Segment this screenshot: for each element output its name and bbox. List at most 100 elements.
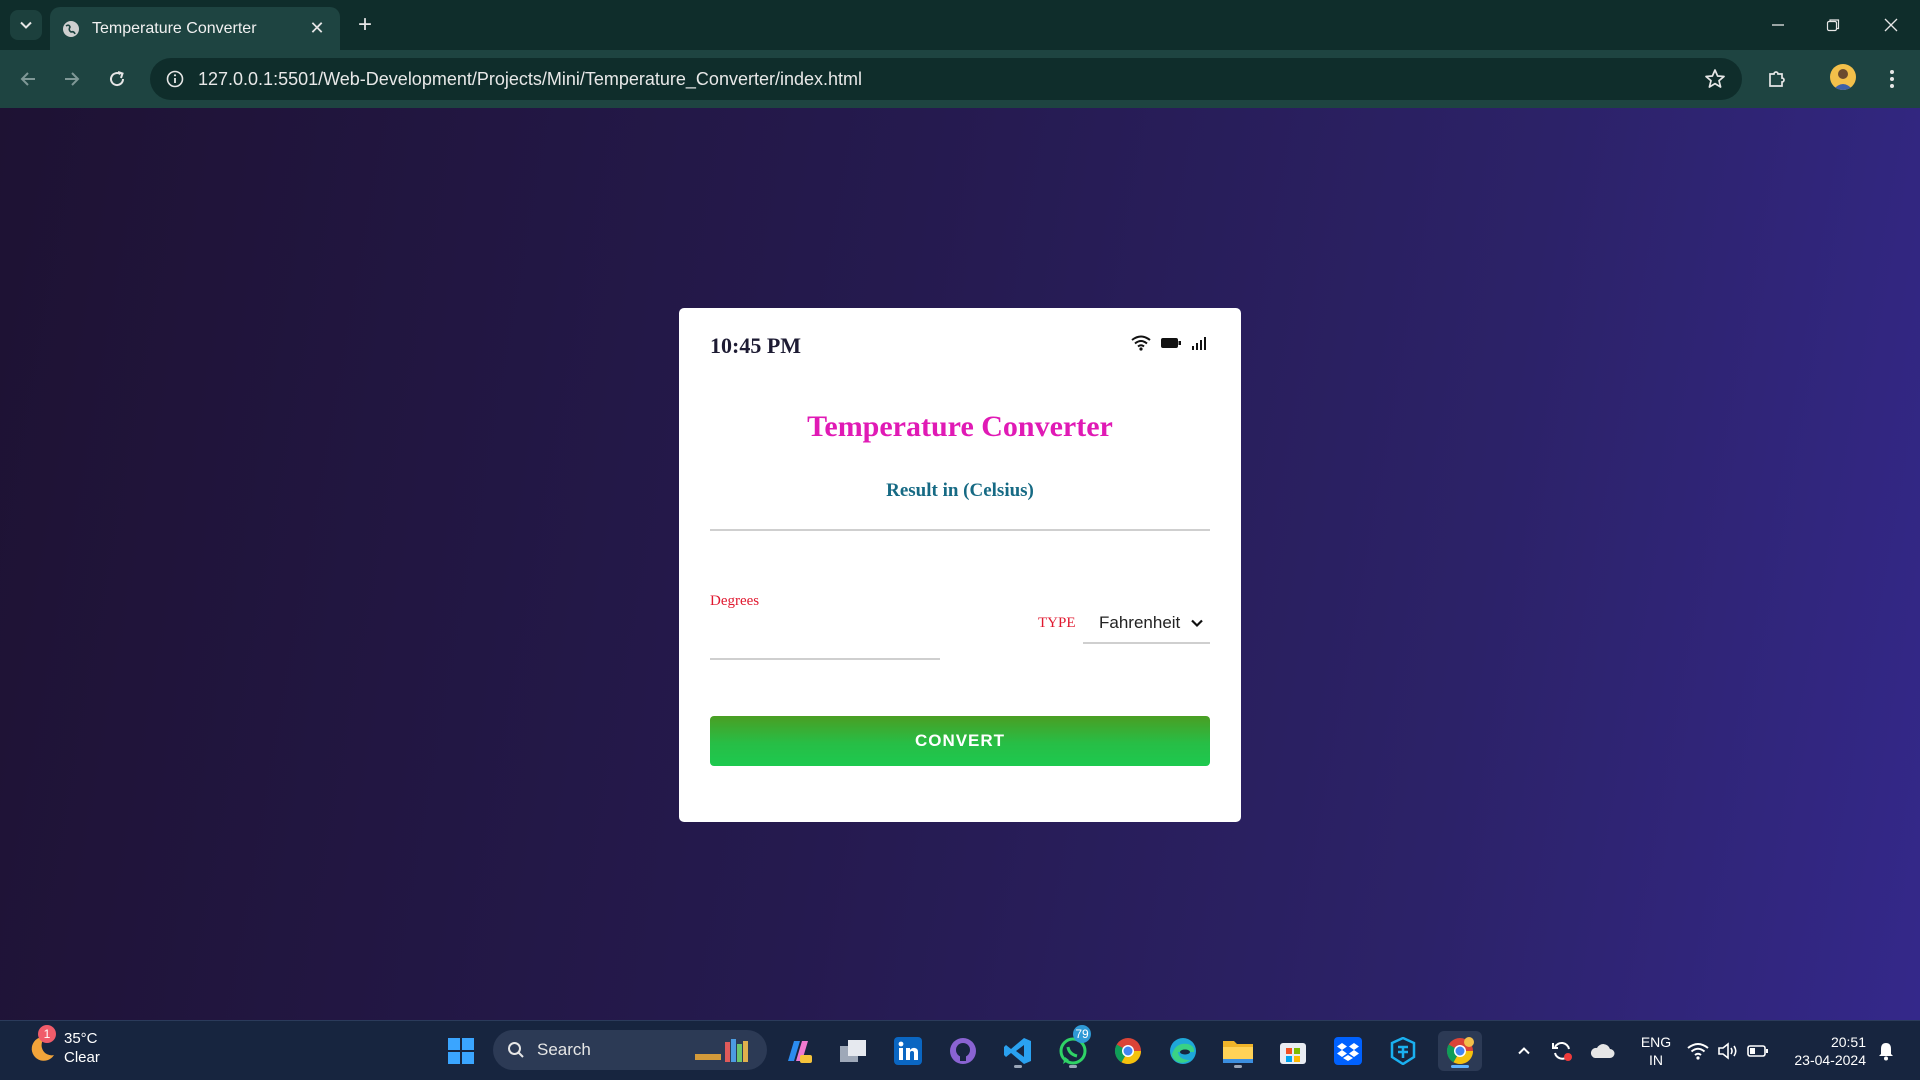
input-language[interactable]: ENG IN <box>1636 1033 1676 1069</box>
windows-start-icon <box>448 1038 474 1064</box>
minimize-icon <box>1772 24 1784 26</box>
dropbox-icon <box>1334 1037 1362 1065</box>
forward-button[interactable] <box>56 63 88 95</box>
taskbar-file-explorer[interactable] <box>1218 1031 1258 1071</box>
browser-toolbar: 127.0.0.1:5501/Web-Development/Projects/… <box>0 50 1920 108</box>
lang-bottom: IN <box>1649 1052 1663 1068</box>
clock-date: 23-04-2024 <box>1794 1052 1866 1068</box>
close-window-button[interactable] <box>1871 8 1911 42</box>
app-icon <box>1390 1037 1416 1065</box>
status-icons <box>1131 335 1207 351</box>
bookmark-star-icon[interactable] <box>1704 68 1726 90</box>
taskbar-search[interactable]: Search <box>493 1030 767 1070</box>
weather-desc: Clear <box>64 1049 100 1066</box>
restore-button[interactable] <box>1813 8 1853 42</box>
address-bar[interactable]: 127.0.0.1:5501/Web-Development/Projects/… <box>150 58 1742 100</box>
clock-time: 20:51 <box>1830 1034 1866 1050</box>
degrees-label: Degrees <box>710 593 760 609</box>
taskbar-whatsapp[interactable]: 79 <box>1053 1025 1093 1071</box>
taskbar-app[interactable] <box>1383 1031 1423 1071</box>
arrow-right-icon <box>65 72 80 86</box>
result-label: Result in (Celsius) <box>886 480 1034 501</box>
whatsapp-badge: 79 <box>1073 1025 1091 1043</box>
taskbar-dropbox[interactable] <box>1328 1031 1368 1071</box>
tab-title: Temperature Converter <box>92 19 257 37</box>
weather-temp: 35°C <box>64 1030 98 1047</box>
new-tab-button[interactable]: + <box>352 11 378 38</box>
file-explorer-icon <box>1223 1041 1253 1063</box>
search-icon <box>508 1042 524 1058</box>
taskbar-vscode[interactable] <box>998 1031 1038 1071</box>
tab-search-button[interactable] <box>10 10 42 40</box>
chevron-down-icon <box>1191 619 1203 628</box>
taskbar-task-view[interactable] <box>833 1031 873 1071</box>
chrome-menu-button[interactable] <box>1876 63 1908 95</box>
minimize-button[interactable] <box>1758 8 1798 42</box>
cloud-icon <box>1590 1044 1615 1058</box>
lang-top: ENG <box>1640 1034 1672 1050</box>
taskbar-copilot[interactable] <box>778 1031 818 1071</box>
convert-button[interactable]: CONVERT <box>710 716 1210 766</box>
close-tab-icon[interactable]: ✕ <box>306 18 328 40</box>
type-select[interactable]: Fahrenheit <box>1083 604 1210 644</box>
chrome-icon <box>1114 1038 1142 1065</box>
page-viewport: 10:45 PM Temperature Converter Result in… <box>0 108 1920 1020</box>
wifi-icon <box>1687 1043 1709 1060</box>
status-time: 10:45 PM <box>710 333 802 358</box>
extensions-button[interactable] <box>1761 63 1793 95</box>
battery-icon <box>1161 338 1181 348</box>
taskbar-clock[interactable]: 20:51 23-04-2024 <box>1782 1033 1866 1069</box>
tray-battery[interactable] <box>1744 1031 1772 1071</box>
vscode-icon <box>1004 1038 1031 1064</box>
store-icon <box>1280 1043 1306 1064</box>
degrees-input[interactable] <box>710 618 940 660</box>
weather-badge: 1 <box>38 1025 56 1043</box>
reload-icon <box>110 71 125 87</box>
search-highlight-icon <box>695 1039 748 1062</box>
chrome-profile-icon <box>1446 1037 1474 1065</box>
sync-icon <box>1552 1041 1572 1061</box>
battery-icon <box>1747 1045 1768 1057</box>
user-avatar-icon <box>1833 69 1853 90</box>
taskbar-github[interactable] <box>943 1031 983 1071</box>
task-view-icon <box>840 1040 866 1062</box>
volume-icon <box>1718 1042 1737 1060</box>
taskbar-edge[interactable] <box>1163 1031 1203 1071</box>
type-select-value: Fahrenheit <box>1099 613 1181 632</box>
globe-icon <box>63 20 79 37</box>
taskbar-chrome-profile[interactable] <box>1438 1031 1482 1071</box>
taskbar-linkedin[interactable] <box>888 1031 928 1071</box>
taskbar-store[interactable] <box>1273 1031 1313 1071</box>
bell-icon <box>1879 1043 1893 1061</box>
site-info-icon[interactable] <box>166 70 184 88</box>
browser-tab[interactable]: Temperature Converter ✕ <box>50 7 340 50</box>
copilot-icon <box>788 1041 812 1063</box>
wifi-icon <box>1131 335 1151 351</box>
edge-icon <box>1170 1038 1196 1064</box>
more-vertical-icon <box>1890 70 1894 88</box>
result-divider <box>710 529 1210 531</box>
profile-avatar[interactable] <box>1830 64 1856 90</box>
tray-sync[interactable] <box>1547 1031 1577 1071</box>
reload-button[interactable] <box>101 63 133 95</box>
show-hidden-icons[interactable] <box>1510 1031 1538 1071</box>
weather-widget[interactable]: 1 35°C Clear <box>24 1025 100 1067</box>
windows-taskbar: 1 35°C Clear Search 79 ENG IN 20:51 23-0… <box>0 1020 1920 1080</box>
github-icon <box>950 1038 976 1064</box>
close-icon <box>1884 18 1898 32</box>
chevron-up-icon <box>1518 1047 1530 1055</box>
restore-icon <box>1826 19 1840 32</box>
tray-wifi[interactable] <box>1684 1031 1712 1071</box>
tray-volume[interactable] <box>1714 1031 1742 1071</box>
taskbar-chrome[interactable] <box>1108 1031 1148 1071</box>
back-button[interactable] <box>12 63 44 95</box>
converter-card: 10:45 PM Temperature Converter Result in… <box>679 308 1241 822</box>
url-text: 127.0.0.1:5501/Web-Development/Projects/… <box>198 68 863 89</box>
chevron-down-icon <box>20 21 32 29</box>
search-label: Search <box>537 1040 591 1059</box>
linkedin-icon <box>894 1037 922 1065</box>
puzzle-icon <box>1769 71 1785 87</box>
notifications-button[interactable] <box>1872 1031 1900 1071</box>
start-button[interactable] <box>441 1031 481 1071</box>
tray-onedrive[interactable] <box>1586 1031 1618 1071</box>
